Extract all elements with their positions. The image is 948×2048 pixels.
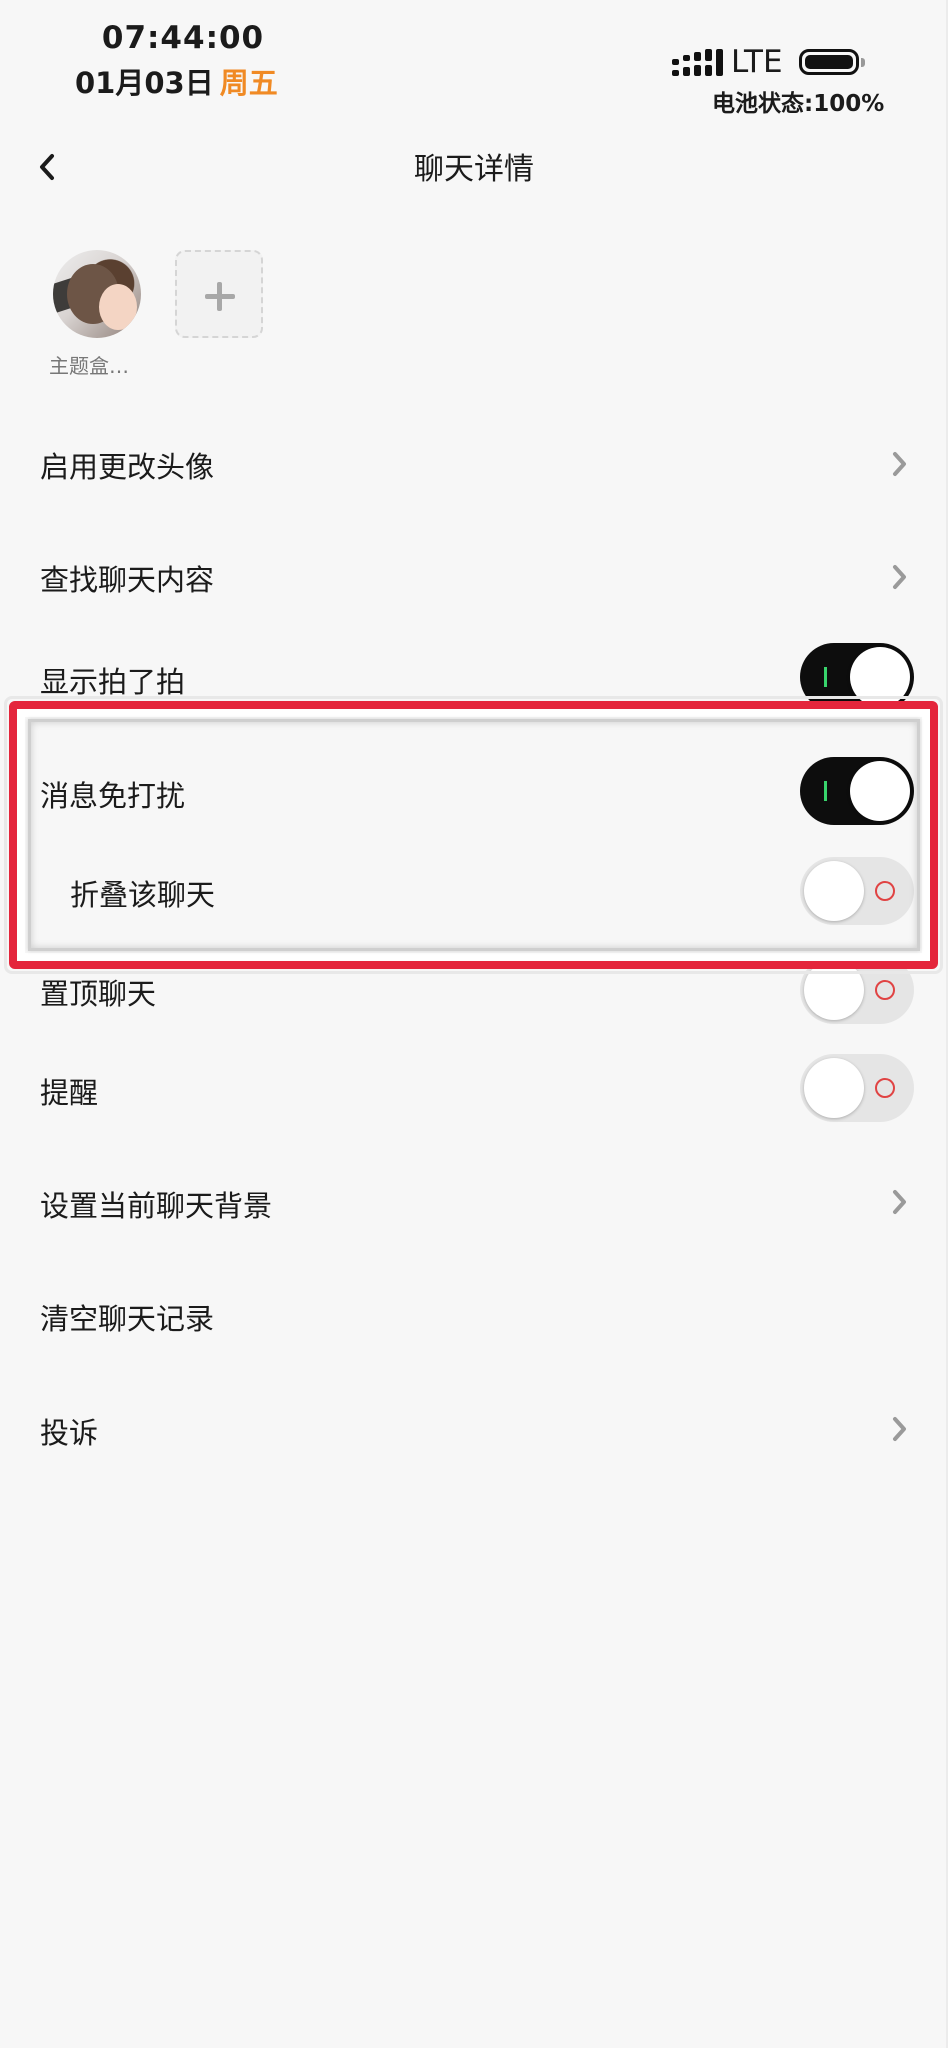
chevron-right-icon[interactable]: [892, 451, 908, 477]
toggle-off-mark: [875, 881, 895, 901]
battery-icon: [799, 49, 859, 75]
highlight-inner-frame: [28, 719, 920, 951]
toggle-knob: [804, 861, 864, 921]
avatar-face: [99, 284, 137, 330]
show-pat-label: 显示拍了拍: [40, 665, 186, 699]
remind-label: 提醒: [40, 1076, 99, 1110]
status-weekday: 周五: [219, 66, 278, 100]
member-name: 主题盒…: [49, 354, 129, 378]
network-type: LTE: [731, 44, 783, 80]
fold-chat-toggle[interactable]: [800, 857, 914, 925]
page-title: 聊天详情: [414, 152, 534, 187]
highlight-box: [9, 701, 938, 969]
change-avatar-label[interactable]: 启用更改头像: [40, 444, 214, 486]
toggle-knob: [804, 960, 864, 1020]
status-time: 07:44:00: [101, 20, 265, 56]
toggle-knob: [850, 647, 910, 707]
mute-toggle[interactable]: [800, 757, 914, 825]
toggle-on-mark: [824, 781, 827, 801]
toggle-knob: [850, 761, 910, 821]
chevron-right-icon[interactable]: [892, 564, 908, 590]
pin-chat-label: 置顶聊天: [40, 977, 157, 1011]
toggle-off-mark: [875, 1078, 895, 1098]
pin-chat-toggle[interactable]: [800, 956, 914, 1024]
remind-toggle[interactable]: [800, 1054, 914, 1122]
battery-fill: [805, 55, 853, 69]
clear-history-label[interactable]: 清空聊天记录: [40, 1296, 214, 1338]
highlight-halo: [4, 696, 943, 974]
add-member-button[interactable]: [175, 250, 263, 338]
toggle-off-mark: [875, 980, 895, 1000]
battery-tip: [861, 58, 865, 67]
chevron-right-icon[interactable]: [892, 1416, 908, 1442]
toggle-knob: [804, 1058, 864, 1118]
highlight-white-frame: [17, 709, 930, 961]
search-chat-label[interactable]: 查找聊天内容: [40, 557, 214, 599]
toggle-on-mark: [824, 667, 827, 687]
plus-icon-vertical: [217, 282, 222, 311]
status-date: 01月03日 周五: [75, 60, 278, 102]
status-date-text: 01月03日: [75, 66, 214, 100]
battery-status-text: 电池状态:100%: [712, 91, 885, 117]
chevron-right-icon[interactable]: [892, 1189, 908, 1215]
signal-icon: [672, 49, 723, 76]
report-label[interactable]: 投诉: [40, 1410, 98, 1452]
chat-background-label[interactable]: 设置当前聊天背景: [40, 1183, 272, 1225]
show-pat-toggle[interactable]: [800, 643, 914, 711]
fold-chat-label: 折叠该聊天: [70, 878, 216, 912]
member-avatar[interactable]: [53, 250, 141, 338]
mute-label: 消息免打扰: [40, 779, 186, 813]
